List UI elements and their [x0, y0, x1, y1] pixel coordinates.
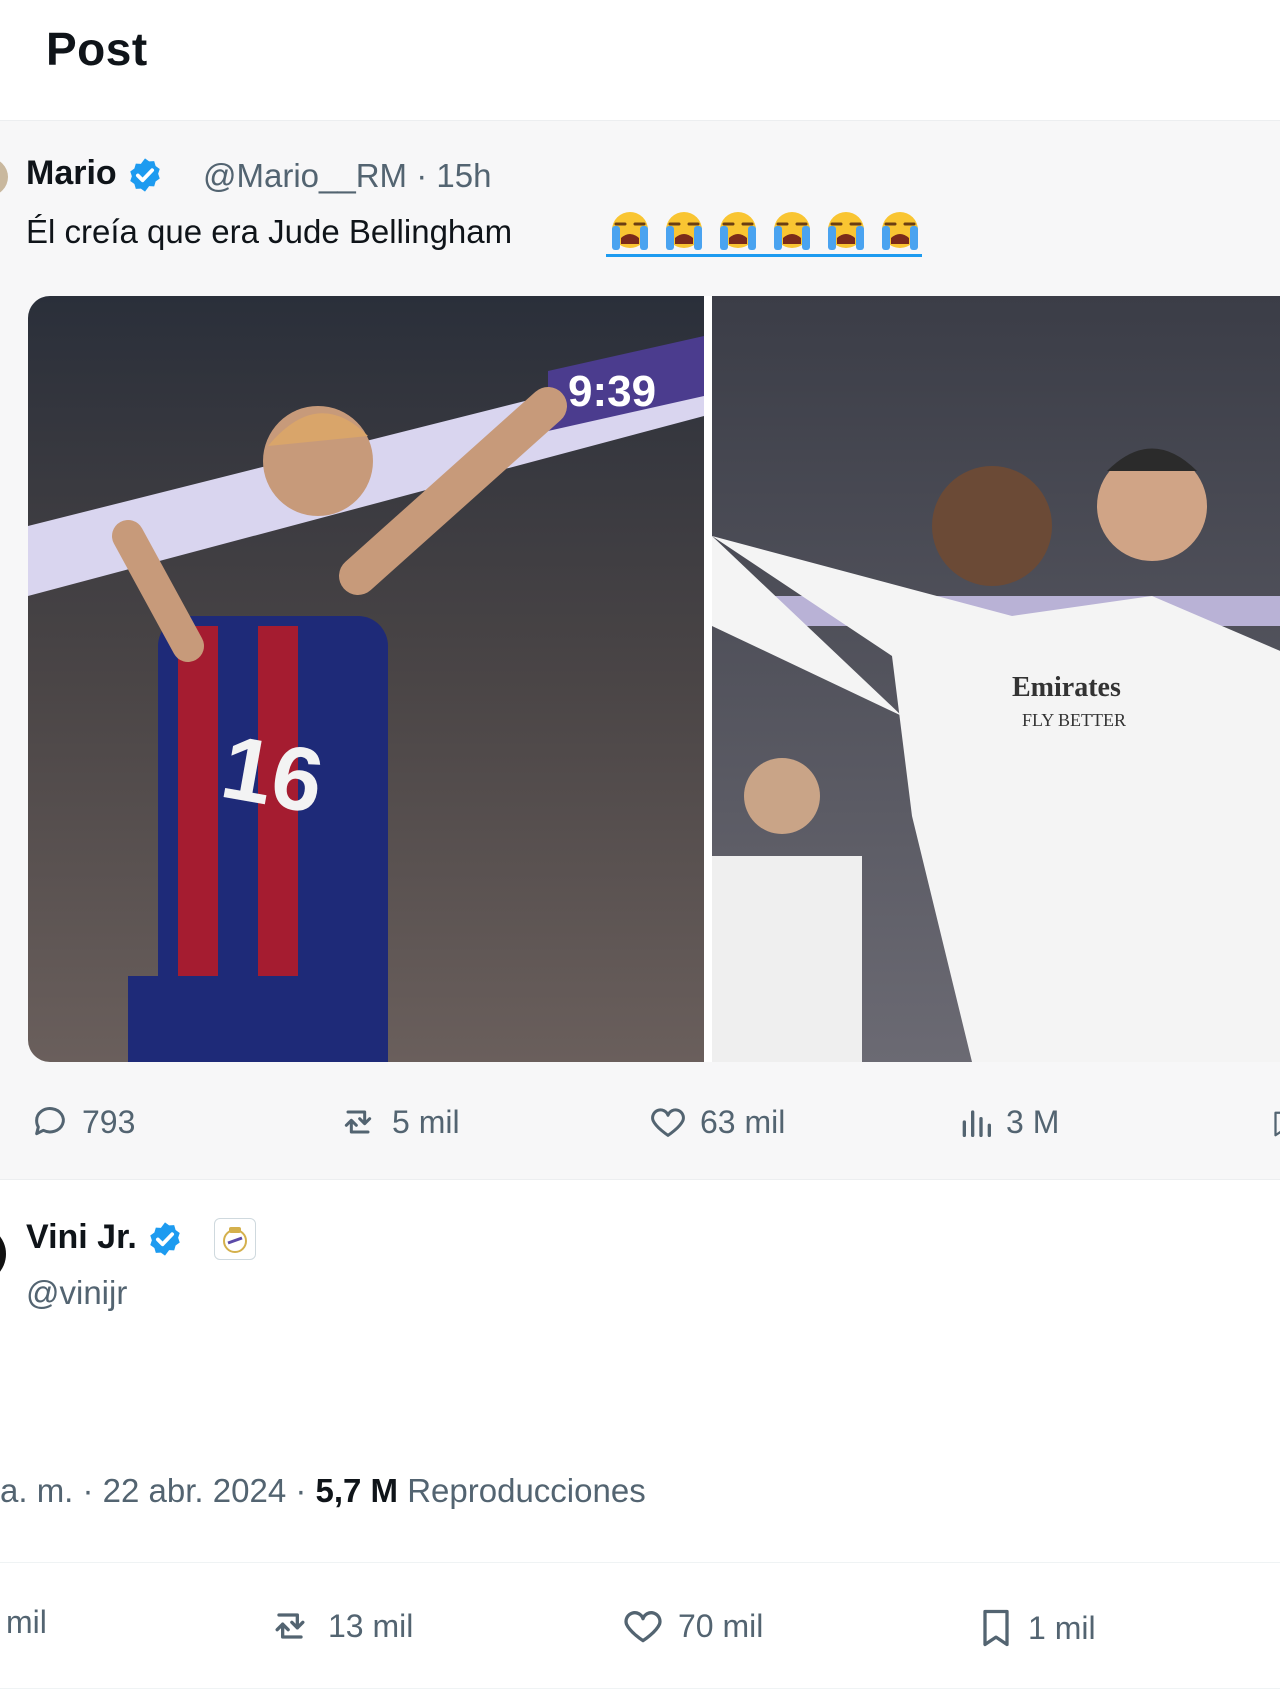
- views-count: 3 M: [1006, 1103, 1060, 1140]
- main-author-name[interactable]: Vini Jr.: [26, 1218, 184, 1258]
- repost-action[interactable]: 13 mil: [262, 1604, 413, 1648]
- scoreboard-time: 9:39: [568, 367, 656, 416]
- repost-count: 13 mil: [328, 1607, 414, 1644]
- divider: [0, 1688, 1280, 1689]
- reply-action[interactable]: mil: [6, 1604, 47, 1641]
- like-action[interactable]: 70 mil: [618, 1604, 763, 1648]
- quoted-post-media[interactable]: 9:39 16 Emirates FLY BETTER: [28, 296, 1280, 1062]
- verified-badge-icon: [130, 158, 160, 192]
- bookmark-action[interactable]: 1 mil: [974, 1604, 1096, 1652]
- heart-icon: [651, 1108, 685, 1137]
- repost-count: 5 mil: [392, 1103, 460, 1140]
- author-name-text: Vini Jr.: [26, 1218, 137, 1256]
- page-title: Post: [46, 23, 148, 75]
- quoted-author-name[interactable]: Mario: [26, 154, 164, 194]
- repost-icon: [344, 1110, 372, 1134]
- svg-text:16: 16: [215, 717, 331, 833]
- reply-action[interactable]: 793: [28, 1102, 135, 1142]
- crying-face-icon: [612, 212, 648, 250]
- media-divider: [704, 296, 712, 1062]
- repost-icon: [275, 1613, 305, 1639]
- crying-face-icon: [666, 212, 702, 250]
- divider: [0, 1562, 1280, 1563]
- like-count: 70 mil: [678, 1607, 764, 1644]
- views-label: Reproducciones: [398, 1472, 646, 1509]
- reply-count: 793: [82, 1103, 136, 1140]
- bookmark-count: 1 mil: [1028, 1609, 1096, 1646]
- svg-text:FLY BETTER: FLY BETTER: [1022, 710, 1126, 730]
- like-action[interactable]: 63 mil: [646, 1102, 785, 1142]
- heart-icon: [624, 1611, 662, 1643]
- quoted-post-text: Él creía que era Jude Bellingham: [26, 213, 513, 250]
- analytics-icon: [962, 1110, 991, 1137]
- like-count: 63 mil: [700, 1103, 786, 1140]
- bookmark-icon: [983, 1609, 1009, 1647]
- emoji-row: [606, 208, 924, 252]
- post-timestamp[interactable]: a. m. · 22 abr. 2024 ·: [0, 1472, 316, 1509]
- views-action[interactable]: 3 M: [956, 1102, 1059, 1142]
- affiliate-badge-icon[interactable]: [214, 1218, 256, 1260]
- quoted-author-handle-time[interactable]: @Mario__RM · 15h: [203, 157, 491, 195]
- real-madrid-crest-icon: [223, 1227, 247, 1253]
- views-total: 5,7 M: [315, 1472, 399, 1509]
- crying-face-icon: [828, 212, 864, 250]
- author-name-text: Mario: [26, 154, 117, 192]
- repost-action[interactable]: 5 mil: [334, 1102, 460, 1142]
- avatar[interactable]: [0, 1225, 6, 1283]
- photo-right-image[interactable]: Emirates FLY BETTER: [712, 296, 1280, 1062]
- crying-face-icon: [774, 212, 810, 250]
- bookmark-icon: [1274, 1111, 1280, 1137]
- post-meta: a. m. · 22 abr. 2024 · 5,7 M Reproduccio…: [0, 1472, 646, 1510]
- main-author-handle[interactable]: @vinijr: [26, 1274, 127, 1312]
- verified-badge-icon: [150, 1222, 181, 1256]
- emoji-link-underline: [606, 254, 922, 257]
- crying-face-icon: [720, 212, 756, 250]
- bookmark-action-partial[interactable]: [1268, 1104, 1280, 1144]
- crying-face-icon: [882, 212, 918, 250]
- reply-count: mil: [6, 1604, 47, 1640]
- reply-icon: [35, 1107, 65, 1136]
- photo-left-image[interactable]: 9:39 16: [28, 296, 704, 1062]
- svg-text:Emirates: Emirates: [1012, 672, 1121, 703]
